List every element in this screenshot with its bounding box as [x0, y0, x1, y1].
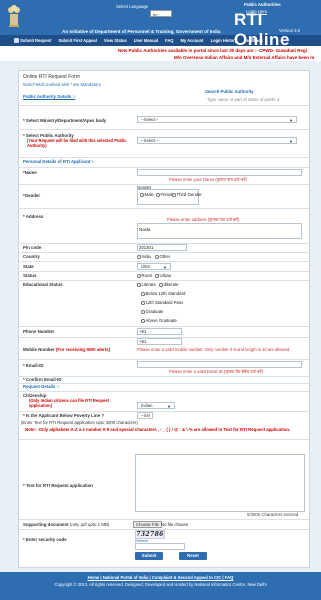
mobile-value: +91: [139, 339, 147, 344]
security-code-input[interactable]: [135, 543, 185, 550]
search-authority-input[interactable]: Type name or part of name of public a: [207, 97, 279, 102]
bpl-select[interactable]: --Sel: [137, 412, 153, 419]
form-title: Online RTI Request Form: [23, 74, 80, 80]
nav-item-view-status[interactable]: View Status: [104, 38, 127, 43]
status-label: Status: [23, 273, 37, 278]
gender-male-radio[interactable]: Male: [140, 192, 154, 197]
site-header: Select Language en Public Authorities Lo…: [0, 0, 321, 49]
text-label: * Text for RTI Request application: [23, 483, 93, 488]
language-select[interactable]: en: [150, 10, 172, 17]
address-input[interactable]: [137, 223, 302, 239]
dropdown-arrow-icon: ▼: [167, 404, 171, 409]
search-authority-label: Search Public Authority: [205, 89, 254, 94]
version-label: Version 3.0: [279, 28, 300, 33]
captcha-image: 732786: [135, 530, 165, 539]
rti-request-form: Online RTI Request Form Note:Fields mark…: [18, 70, 310, 568]
country-label: Country: [23, 254, 40, 259]
education-illiterate-radio[interactable]: Illiterate: [159, 282, 179, 287]
security-code-label: * Enter security code: [23, 537, 67, 542]
nav-item-faq[interactable]: FAQ: [165, 38, 173, 43]
reset-button[interactable]: Reset: [179, 552, 207, 560]
bpl-label: * Is the Applicant Below Poverty Line ?: [23, 413, 105, 418]
authority-select[interactable]: --Select-- ▼: [137, 137, 297, 144]
news-ticker: New Public Authorities available in port…: [0, 46, 321, 61]
personal-section-title: Personal Details of RTI Applicant:-: [23, 159, 94, 164]
education-label: Educational Status: [23, 282, 63, 287]
ticker-line-1: New Public Authorities available in port…: [118, 48, 307, 53]
education-12th-radio[interactable]: 12th Standard Pass: [141, 300, 183, 305]
nav-item-my-account[interactable]: My Account: [181, 38, 204, 43]
gender-third-radio[interactable]: Third Gender: [172, 192, 202, 197]
allowed-characters-note: Note:- Only alphabets A-Z a-z number 0-9…: [25, 427, 291, 432]
mandatory-note: Note:Fields marked with * are Mandatory: [23, 82, 101, 87]
status-urban-radio[interactable]: Urban: [155, 273, 171, 278]
education-graduate-radio[interactable]: Graduate: [141, 309, 163, 314]
document-icon: [14, 38, 19, 44]
email-label: * Email-ID: [23, 363, 44, 368]
education-below-12-radio[interactable]: Below 12th Standard: [141, 291, 185, 296]
language-label: Select Language: [116, 4, 149, 9]
country-other-radio[interactable]: Other: [155, 254, 170, 259]
name-input[interactable]: [137, 169, 302, 176]
site-tagline: An Initiative of Department of Personnel…: [62, 29, 221, 34]
supporting-doc-label: Supporting document (only pdf upto 1 MB): [23, 522, 110, 527]
confirm-email-label: * Confirm Email-ID: [23, 377, 62, 382]
national-emblem-icon: [8, 5, 20, 27]
footer-links[interactable]: Home | National Portal of India | Compla…: [0, 575, 321, 580]
name-hint: Please enter your Name (कृपया नाम दर्ज क…: [169, 177, 247, 182]
no-file-label: No file chosen: [161, 522, 189, 527]
address-value: Noida: [139, 227, 151, 232]
public-authority-section-title: Public Authority Details :-: [23, 94, 76, 99]
pincode-label: Pin code: [23, 245, 42, 250]
state-select[interactable]: Uttar ▼: [137, 263, 171, 270]
education-literate-radio[interactable]: Literate: [137, 282, 156, 287]
address-label: * Address: [23, 214, 44, 219]
country-india-radio[interactable]: India: [137, 254, 151, 259]
authority-note: (Your Request will be filed with this se…: [27, 138, 127, 148]
education-above-graduate-radio[interactable]: Above Graduate: [141, 318, 177, 323]
text-limit-note: (Enter Text for RTI Request application …: [21, 420, 138, 425]
email-hint: Please enter a valid Email ID (कृपया वैध…: [169, 369, 264, 374]
rti-text-area[interactable]: [135, 454, 305, 512]
pincode-value: 201301: [139, 245, 154, 250]
nav-item-user-manual[interactable]: User Manual: [134, 38, 158, 43]
nav-item-login-history[interactable]: Login History: [211, 38, 237, 43]
site-footer: Home | National Portal of India | Compla…: [0, 572, 321, 600]
public-authorities-link[interactable]: Public Authorities: [244, 2, 281, 7]
mobile-hint: Please enter a valid mobile number, Only…: [137, 347, 291, 352]
status-rural-radio[interactable]: Rural: [137, 273, 152, 278]
dropdown-arrow-icon: ▼: [289, 139, 293, 144]
phone-label: Phone Number: [23, 329, 55, 334]
request-section-title: Request Details :-: [23, 384, 60, 389]
site-logo: RTI Online: [234, 10, 290, 49]
char-counter: 0/3000 Characters entered: [247, 512, 299, 517]
nav-item-submit-first-appeal[interactable]: Submit First Appeal: [58, 38, 97, 43]
gender-label: *Gender: [23, 193, 41, 198]
phone-value: +91: [139, 329, 147, 334]
state-label: State: [23, 264, 34, 269]
ministry-label: * Select Ministry/Department/Apex body: [23, 118, 107, 123]
citizenship-note: (Only Indian citizens can file RTI Reque…: [29, 398, 110, 408]
dropdown-arrow-icon: ▼: [163, 265, 167, 270]
ministry-select[interactable]: --Select-- ▼: [137, 116, 297, 123]
mobile-label: Mobile Number (For receiving SMS alerts): [23, 347, 111, 352]
email-input[interactable]: [137, 361, 302, 368]
name-label: *Name: [23, 170, 37, 175]
ticker-line-2: M/o Overseas Indian Affairs and M/o Exte…: [174, 55, 315, 60]
choose-file-button[interactable]: Choose File: [133, 521, 162, 528]
submit-button[interactable]: Submit: [135, 552, 163, 560]
citizenship-select[interactable]: Indian ▼: [137, 402, 175, 409]
nav-item-submit-request[interactable]: Submit Request: [14, 38, 51, 44]
footer-copyright: Copyright © 2013. All rights reserved. D…: [54, 582, 267, 587]
dropdown-arrow-icon: ▼: [289, 118, 293, 123]
